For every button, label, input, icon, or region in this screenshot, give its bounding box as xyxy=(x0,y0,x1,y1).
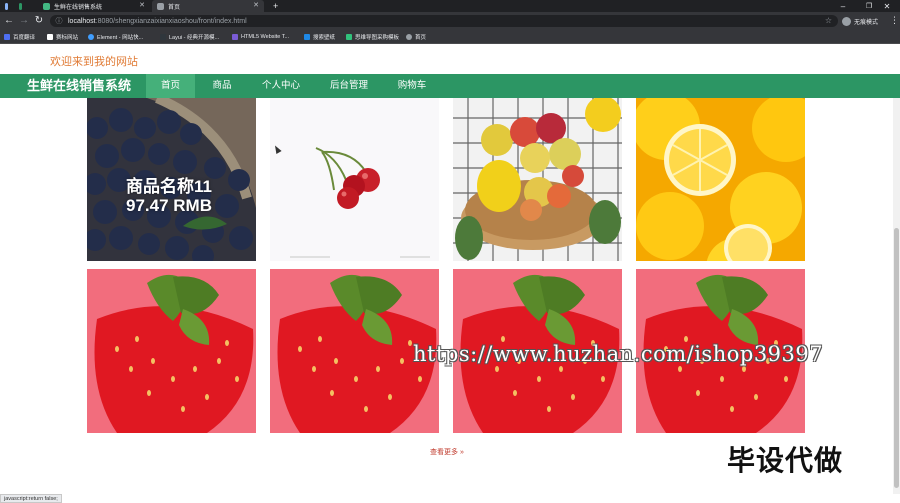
fruit-basket-image xyxy=(453,98,622,261)
bookmark-icon xyxy=(88,34,94,40)
product-card-lemon[interactable] xyxy=(636,98,805,261)
close-tab-icon[interactable]: ✕ xyxy=(253,1,259,9)
address-url[interactable]: localhost:8080/shengxianzaixianxiaoshou/… xyxy=(68,18,247,25)
close-window-button[interactable]: ✕ xyxy=(874,0,900,12)
globe-icon xyxy=(157,2,164,10)
browser-tab-pinned-1[interactable] xyxy=(0,0,12,12)
nav-user-center[interactable]: 个人中心 xyxy=(254,74,308,98)
bookmark-item[interactable]: Layui - 经典开源模... xyxy=(160,30,219,44)
new-tab-button[interactable]: + xyxy=(268,0,280,12)
bookmark-icon xyxy=(232,34,238,40)
menu-icon[interactable]: ⋮ xyxy=(890,15,899,26)
bookmark-icon xyxy=(406,34,412,40)
view-more-link[interactable]: 查看更多 » xyxy=(430,447,464,457)
browser-tab-pinned-2[interactable] xyxy=(14,0,26,12)
browser-tab-shop[interactable]: 生鲜在线销售系统 ✕ xyxy=(38,0,150,12)
forward-icon[interactable]: → xyxy=(18,15,30,27)
minimize-button[interactable]: – xyxy=(830,0,856,12)
product-name-overlay: 商品名称11 xyxy=(126,177,212,196)
nav-admin[interactable]: 后台管理 xyxy=(322,74,376,98)
welcome-text: 欢迎来到我的网站 xyxy=(50,56,138,68)
bookmark-item[interactable]: 百度翻译 xyxy=(4,30,35,44)
pinned-tab-icon xyxy=(19,2,22,10)
bookmark-item[interactable]: 赛标网站 xyxy=(47,30,78,44)
browser-toolbar: ← → ↻ ⓘ localhost:8080/shengxianzaixianx… xyxy=(0,12,900,30)
bookmark-icon xyxy=(47,34,53,40)
site-navbar: 生鲜在线销售系统 首页 商品 个人中心 后台管理 购物车 xyxy=(0,74,900,98)
nav-cart[interactable]: 购物车 xyxy=(390,74,434,98)
site-brand[interactable]: 生鲜在线销售系统 xyxy=(27,74,131,98)
reload-icon[interactable]: ↻ xyxy=(33,15,45,27)
product-card-strawberry-1[interactable] xyxy=(87,269,256,433)
incognito-icon xyxy=(842,16,851,26)
profile-button[interactable]: 无痕模式 xyxy=(842,15,878,27)
bookmark-item[interactable]: 思维导图采购模板 xyxy=(346,30,399,44)
tab-title: 首页 xyxy=(168,4,181,11)
bookmark-item[interactable]: HTML5 Website T... xyxy=(232,30,289,44)
nav-home[interactable]: 首页 xyxy=(146,74,195,98)
nav-products[interactable]: 商品 xyxy=(200,74,244,98)
tab-title: 生鲜在线销售系统 xyxy=(54,4,103,11)
product-card-fruit-basket[interactable] xyxy=(453,98,622,261)
page-scrollbar[interactable] xyxy=(893,98,900,494)
product-card-blueberry[interactable]: 商品名称11 97.47 RMB xyxy=(87,98,256,261)
product-card-cherry[interactable] xyxy=(270,98,439,261)
bookmark-icon xyxy=(160,34,166,40)
browser-tab-home[interactable]: 首页 ✕ xyxy=(152,0,264,12)
cherry-image xyxy=(270,98,439,261)
bookmark-item[interactable]: 首页 xyxy=(406,30,426,44)
lemon-image xyxy=(636,98,805,261)
strawberry-image xyxy=(87,269,256,433)
bookmark-item[interactable]: Element - 网站快... xyxy=(88,30,143,44)
bookmark-icon xyxy=(346,34,352,40)
address-bar[interactable]: ⓘ localhost:8080/shengxianzaixianxiaosho… xyxy=(50,15,838,27)
bookmark-icon xyxy=(4,34,10,40)
browser-status-bar: javascript:return false; xyxy=(0,494,62,503)
bookmark-item[interactable]: 搜索壁纸 xyxy=(304,30,335,44)
scrollbar-thumb[interactable] xyxy=(894,228,899,488)
pinned-tab-icon xyxy=(5,2,8,10)
close-tab-icon[interactable]: ✕ xyxy=(139,1,145,9)
bookmarks-bar: 百度翻译 赛标网站 Element - 网站快... Layui - 经典开源模… xyxy=(0,30,900,44)
info-icon[interactable]: ⓘ xyxy=(54,16,64,26)
vue-icon xyxy=(43,2,50,10)
bookmark-star-icon[interactable]: ☆ xyxy=(825,16,832,25)
product-price-overlay: 97.47 RMB xyxy=(126,196,212,215)
bookmark-icon xyxy=(304,34,310,40)
watermark-text: 毕设代做 xyxy=(727,445,844,476)
profile-label: 无痕模式 xyxy=(854,19,879,26)
browser-tab-strip: 生鲜在线销售系统 ✕ 首页 ✕ + – ❐ ✕ xyxy=(0,0,900,12)
watermark-url: https://www.huzhan.com/ishop39397 xyxy=(413,342,824,366)
back-icon[interactable]: ← xyxy=(3,15,15,27)
